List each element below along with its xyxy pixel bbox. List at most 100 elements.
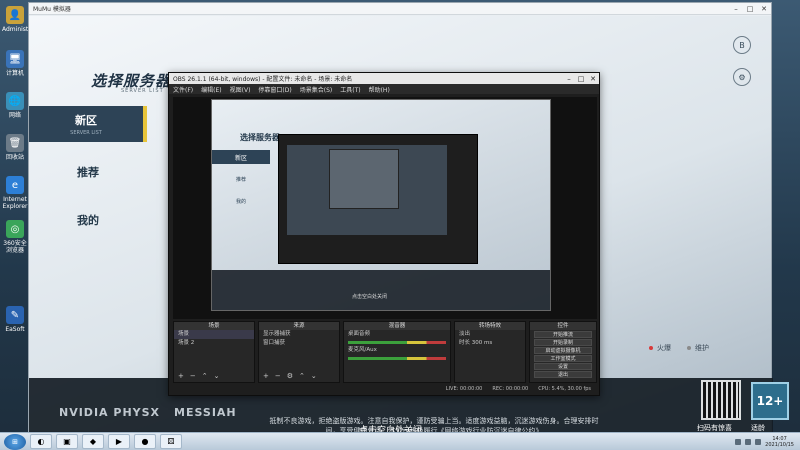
minimize-icon[interactable]: –	[729, 5, 743, 13]
nested-close-hint: 点击空白处关闭	[352, 294, 388, 300]
settings-button[interactable]: 设置	[534, 363, 592, 370]
settings-icon[interactable]: ⚙	[733, 68, 751, 86]
close-icon[interactable]: ✕	[587, 75, 599, 83]
studio-mode-button[interactable]: 工作室模式	[534, 355, 592, 362]
desktop-icon-label: 360安全浏览器	[3, 240, 27, 254]
nested-nav-mine: 我的	[236, 199, 247, 205]
add-icon[interactable]: +	[263, 372, 269, 380]
desktop-icon-recycle-bin[interactable]: 🗑 回收站	[2, 134, 28, 161]
taskbar-app-6[interactable]: ⚄	[160, 434, 182, 449]
start-recording-button[interactable]: 开始录制	[534, 339, 592, 346]
transition-duration[interactable]: 时长 300 ms	[455, 339, 525, 348]
add-icon[interactable]: +	[178, 372, 184, 380]
hot-dot-icon	[649, 346, 653, 350]
menu-docks[interactable]: 停靠窗口(D)	[258, 85, 291, 94]
nested-nav-new: 新区	[212, 150, 270, 164]
taskbar-app-obs[interactable]: ●	[134, 434, 156, 449]
obs-window: OBS 26.1.1 (64-bit, windows) - 配置文件: 未命名…	[168, 72, 600, 396]
desktop-icon-ie[interactable]: e Internet Explorer	[2, 176, 28, 210]
mixer-header: 混音器	[344, 322, 450, 330]
easoft-icon: ✎	[6, 306, 24, 324]
scene-item[interactable]: 场景 2	[174, 339, 254, 348]
taskbar-app-2[interactable]: ▣	[56, 434, 78, 449]
mixer-dock: 混音器 桌面音频 麦克风/Aux	[343, 321, 451, 383]
live-status: LIVE: 00:00:00	[445, 385, 483, 392]
desktop-icon-computer[interactable]: 🖥 计算机	[2, 50, 28, 77]
desktop-icon-label: Administrator	[2, 26, 43, 33]
qr-code-icon	[701, 380, 741, 420]
exit-button[interactable]: 退出	[534, 371, 592, 378]
legend-hot: 火爆	[649, 343, 671, 353]
nav-item-new[interactable]: 新区 SERVER LIST	[29, 106, 147, 142]
transitions-header: 转场特效	[455, 322, 525, 330]
desktop-icon-label: Internet Explorer	[2, 196, 28, 210]
rec-status: REC: 00:00:00	[492, 385, 529, 392]
nested-obs-preview-deep	[329, 149, 399, 209]
nested-game-capture: 选择服务器 新区 推荐 我的 点击空白处关闭	[211, 99, 551, 311]
desktop-icon-360[interactable]: ◎ 360安全浏览器	[2, 220, 28, 254]
internet-explorer-icon: e	[6, 176, 24, 194]
menu-view[interactable]: 视图(V)	[230, 85, 251, 94]
desktop-icon-label: 回收站	[5, 154, 24, 161]
obs-window-title: OBS 26.1.1 (64-bit, windows) - 配置文件: 未命名…	[173, 76, 353, 83]
obs-docks: 场景 场景 场景 2 + − ⌃ ⌄ 来源 显示器捕获 窗口捕获 + − ⚙ ⌃…	[173, 321, 597, 383]
obs-statusbar: LIVE: 00:00:00 REC: 00:00:00 CPU: 5.4%, …	[173, 384, 597, 393]
nested-footer-band	[212, 270, 550, 310]
minimize-icon[interactable]: –	[563, 75, 575, 83]
sources-toolbar: + − ⚙ ⌃ ⌄	[263, 372, 317, 380]
mixer-channel-label: 麦克风/Aux	[348, 347, 377, 353]
network-tray-icon[interactable]	[745, 438, 752, 445]
source-item[interactable]: 显示器捕获	[259, 330, 339, 339]
obs-preview[interactable]: 选择服务器 新区 推荐 我的 点击空白处关闭	[173, 97, 597, 319]
up-icon[interactable]: ⌃	[299, 372, 305, 380]
source-item[interactable]: 窗口捕获	[259, 339, 339, 348]
menu-tools[interactable]: 工具(T)	[340, 85, 360, 94]
taskbar: ⊞ ◐ ▣ ◆ ▶ ● ⚄ 14:07 2021/10/15	[0, 432, 800, 450]
sources-header: 来源	[259, 322, 339, 330]
game-window-title: MuMu 模拟器	[33, 6, 71, 13]
desktop: 👤 Administrator 🖥 计算机 🌐 网络 🗑 回收站 e Inter…	[0, 0, 800, 450]
taskbar-app-3[interactable]: ◆	[82, 434, 104, 449]
maximize-icon[interactable]: □	[575, 75, 587, 83]
messiah-logo: MESSIAH	[174, 406, 237, 419]
volume-tray-icon[interactable]	[755, 438, 762, 445]
start-virtual-camera-button[interactable]: 启动虚拟摄像机	[534, 347, 592, 354]
desktop-icon-admin[interactable]: 👤 Administrator	[2, 6, 43, 33]
transition-select[interactable]: 淡出	[455, 330, 525, 339]
clock[interactable]: 14:07 2021/10/15	[765, 436, 794, 448]
menu-scene-collection[interactable]: 场景集合(S)	[300, 85, 333, 94]
desktop-icon-easoft[interactable]: ✎ EaSoft	[2, 306, 28, 333]
nav-item-recommended[interactable]: 推荐	[29, 154, 147, 190]
start-streaming-button[interactable]: 开始推流	[534, 331, 592, 338]
scene-item[interactable]: 场景	[174, 330, 254, 339]
taskbar-app-4[interactable]: ▶	[108, 434, 130, 449]
clock-date: 2021/10/15	[765, 441, 794, 448]
start-button[interactable]: ⊞	[4, 433, 26, 450]
browser-360-icon: ◎	[6, 220, 24, 238]
up-icon[interactable]: ⌃	[202, 372, 208, 380]
taskbar-app-1[interactable]: ◐	[30, 434, 52, 449]
down-icon[interactable]: ⌄	[214, 372, 220, 380]
partner-logos: NVIDIA PHYSX MESSIAH	[59, 406, 237, 419]
age-rating-badge: 12+	[751, 382, 789, 420]
menu-help[interactable]: 帮助(H)	[369, 85, 390, 94]
page-subtitle: SERVER LIST	[121, 88, 164, 94]
nested-obs-capture	[278, 134, 478, 264]
remove-icon[interactable]: −	[190, 372, 196, 380]
down-icon[interactable]: ⌄	[311, 372, 317, 380]
legend-maintenance: 维护	[687, 343, 709, 353]
menu-edit[interactable]: 编辑(E)	[201, 85, 221, 94]
gear-icon[interactable]: ⚙	[287, 372, 293, 380]
nav-item-mine[interactable]: 我的	[29, 202, 147, 238]
remove-icon[interactable]: −	[275, 372, 281, 380]
controls-header: 控件	[530, 322, 596, 330]
computer-icon: 🖥	[6, 50, 24, 68]
menu-file[interactable]: 文件(F)	[173, 85, 193, 94]
tray-icon[interactable]	[735, 438, 742, 445]
desktop-icon-label: 计算机	[5, 70, 24, 77]
close-icon[interactable]: ✕	[757, 5, 771, 13]
nav-item-label: 我的	[77, 214, 99, 227]
announcement-icon[interactable]: B	[733, 36, 751, 54]
maximize-icon[interactable]: □	[743, 5, 757, 13]
desktop-icon-network[interactable]: 🌐 网络	[2, 92, 28, 119]
